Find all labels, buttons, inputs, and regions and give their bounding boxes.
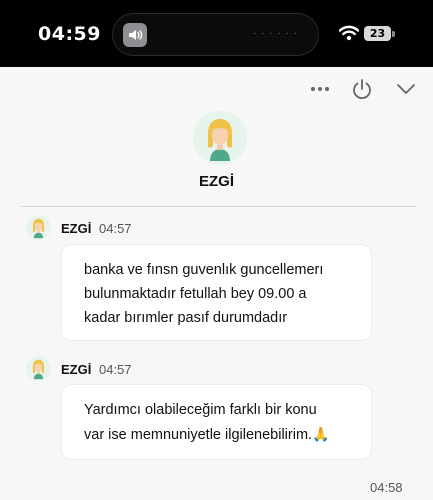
dynamic-island: · · · · · · <box>112 13 319 56</box>
end-chat-button[interactable] <box>350 77 374 101</box>
message-time: 04:57 <box>99 362 132 377</box>
message-line-with-emoji: var ise memnuniyetle ilgilenebilirim.🙏 <box>84 422 349 447</box>
speaker-icon <box>123 23 147 47</box>
island-dots: · · · · · · <box>253 28 298 39</box>
status-bar: 04:59 · · · · · · 23 <box>0 0 433 67</box>
message-line: bulunmaktadır fetullah bey 09.00 a <box>84 286 307 302</box>
status-time: 04:59 <box>38 23 101 45</box>
chat-panel: EZGİ EZGİ 04:57 banka ve fınsn guvenlık … <box>0 67 433 500</box>
more-button[interactable] <box>308 77 332 101</box>
battery-level: 23 <box>369 27 386 40</box>
wifi-icon <box>338 25 360 46</box>
message-text: Yardımcı olabileceğim farklı bir konu va… <box>84 398 349 447</box>
agent-avatar <box>193 111 247 165</box>
battery-cap <box>392 31 395 37</box>
agent-name: EZGİ <box>198 173 234 190</box>
power-icon <box>353 79 371 100</box>
message-line: kadar bırımler pasıf durumdadır <box>84 310 288 326</box>
message-line: Yardımcı olabileceğim farklı bir konu <box>84 402 317 418</box>
message-line: banka ve fınsn guvenlık guncellemerı <box>84 262 324 278</box>
chevron-down-icon <box>397 84 415 94</box>
message-time: 04:57 <box>99 221 132 236</box>
message-sender: EZGİ <box>61 221 92 236</box>
message-bubble: Yardımcı olabileceğim farklı bir konu va… <box>61 384 372 460</box>
last-message-time: 04:58 <box>370 480 403 495</box>
folded-hands-emoji: 🙏 <box>312 426 330 442</box>
collapse-button[interactable] <box>394 77 418 101</box>
message-avatar <box>26 356 51 381</box>
battery-icon: 23 <box>364 26 391 41</box>
divider <box>20 206 416 207</box>
more-icon <box>311 87 329 91</box>
message-text: banka ve fınsn guvenlık guncellemerı bul… <box>84 258 349 330</box>
message-bubble: banka ve fınsn guvenlık guncellemerı bul… <box>61 244 372 341</box>
message-sender: EZGİ <box>61 362 92 377</box>
message-line: var ise memnuniyetle ilgilenebilirim. <box>84 427 313 443</box>
message-avatar <box>26 215 51 240</box>
